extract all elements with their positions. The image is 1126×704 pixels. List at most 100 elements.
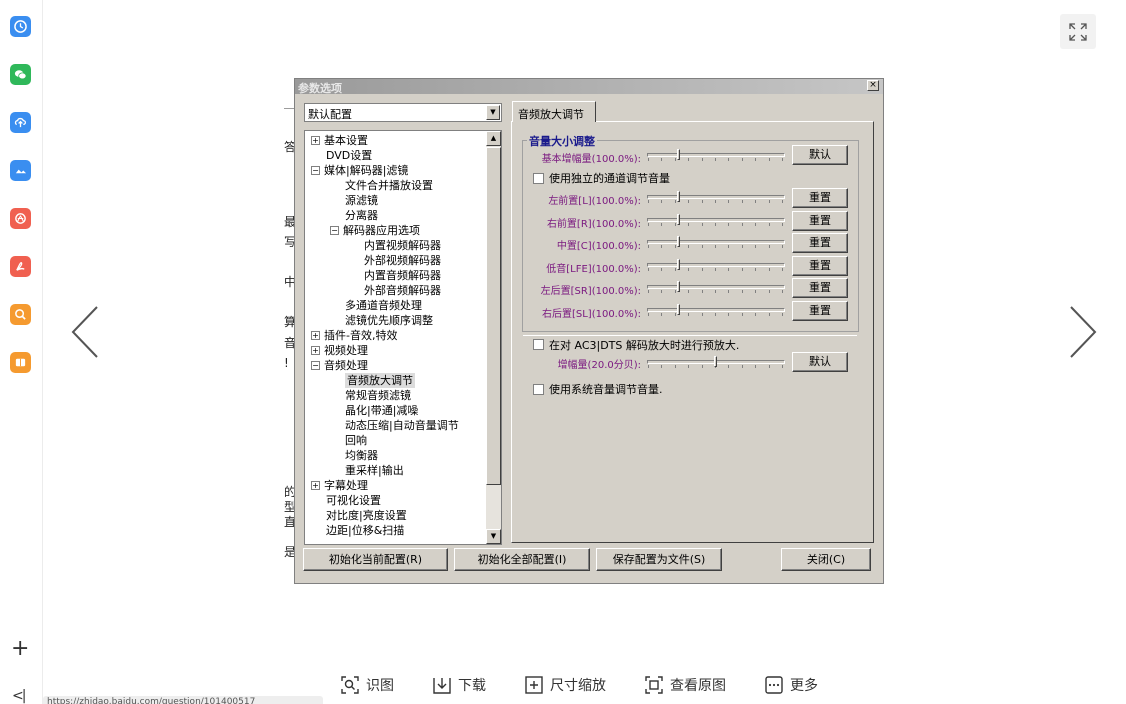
tree-item[interactable]: 多通道音频处理 [345, 298, 422, 313]
tree-item[interactable]: + 字幕处理 [311, 478, 368, 493]
close-icon[interactable]: × [867, 80, 879, 91]
add-app-button[interactable]: + [11, 638, 29, 660]
next-image-arrow-icon[interactable] [1068, 305, 1098, 359]
tree-item[interactable]: 重采样|输出 [345, 463, 404, 478]
tree-item[interactable]: 对比度|亮度设置 [326, 508, 407, 523]
tree-item[interactable]: 边距|位移&扫描 [326, 523, 404, 538]
tab-audio-amplify[interactable]: 音频放大调节 [512, 101, 596, 122]
channel-reset-button[interactable]: 重置 [792, 255, 848, 276]
channel-slider[interactable] [647, 281, 785, 294]
independent-channel-checkbox[interactable] [533, 173, 544, 184]
slider-tick [755, 365, 756, 368]
tree-item[interactable]: 常规音频滤镜 [345, 388, 411, 403]
slider-thumb[interactable] [714, 356, 717, 367]
tree-item[interactable]: + 基本设置 [311, 133, 368, 148]
collapse-icon[interactable]: − [311, 166, 320, 175]
collapse-icon[interactable]: − [311, 361, 320, 370]
expand-icon[interactable]: + [311, 346, 320, 355]
slider-thumb[interactable] [677, 149, 680, 160]
tree-item[interactable]: − 音频处理 [311, 358, 368, 373]
tree-item[interactable]: 分离器 [345, 208, 378, 223]
tree-item[interactable]: 外部音频解码器 [364, 283, 441, 298]
init-current-button[interactable]: 初始化当前配置(R) [303, 548, 448, 571]
slider-tick [728, 365, 729, 368]
slider-thumb[interactable] [677, 213, 680, 225]
dialog-titlebar[interactable]: 参数选项 × [295, 79, 883, 95]
chevron-down-icon[interactable]: ▼ [486, 105, 500, 120]
tree-item[interactable]: 内置音频解码器 [364, 268, 441, 283]
channel-slider[interactable] [647, 236, 785, 249]
expand-icon[interactable]: + [311, 136, 320, 145]
channel-reset-button[interactable]: 重置 [792, 210, 848, 231]
download-button[interactable]: 下载 [432, 675, 486, 695]
channel-slider[interactable] [647, 213, 785, 226]
tree-item[interactable]: 音频放大调节 [345, 373, 415, 388]
collapse-sidebar-button[interactable]: <| [12, 688, 27, 704]
channel-reset-button[interactable]: 重置 [792, 233, 848, 254]
tree-item[interactable]: 回响 [345, 433, 367, 448]
clock-icon[interactable] [10, 16, 31, 37]
profile-select[interactable]: 默认配置 ▼ [304, 103, 502, 122]
slider-thumb[interactable] [677, 191, 680, 202]
collapse-icon[interactable]: − [330, 226, 339, 235]
slider-thumb[interactable] [677, 281, 680, 293]
tree-item-label: 均衡器 [345, 449, 378, 462]
tree-item[interactable]: 动态压缩|自动音量调节 [345, 418, 459, 433]
boost-default-button[interactable]: 默认 [792, 352, 848, 372]
tree-item[interactable]: 源滤镜 [345, 193, 378, 208]
boost-slider[interactable] [647, 356, 785, 368]
scrollbar-thumb[interactable] [486, 147, 501, 485]
resize-button[interactable]: 尺寸缩放 [524, 675, 606, 695]
save-to-file-button[interactable]: 保存配置为文件(S) [596, 548, 722, 571]
scan-image-button[interactable]: 识图 [340, 675, 394, 695]
expand-icon[interactable]: + [311, 481, 320, 490]
search-icon[interactable] [10, 304, 31, 325]
system-volume-checkbox[interactable] [533, 384, 544, 395]
close-button[interactable]: 关闭(C) [781, 548, 871, 571]
tree-scrollbar[interactable]: ▲ ▼ [486, 131, 501, 544]
tree-item[interactable]: 滤镜优先顺序调整 [345, 313, 433, 328]
scroll-up-icon[interactable]: ▲ [486, 131, 501, 146]
init-all-button[interactable]: 初始化全部配置(I) [454, 548, 590, 571]
tree-item[interactable]: 可视化设置 [326, 493, 381, 508]
slider-thumb[interactable] [677, 304, 680, 315]
previous-image-arrow-icon[interactable] [70, 305, 100, 359]
scroll-down-icon[interactable]: ▼ [486, 529, 501, 544]
tree-item[interactable]: + 视频处理 [311, 343, 368, 358]
channel-slider[interactable] [647, 191, 785, 203]
fullscreen-button[interactable] [1060, 14, 1096, 49]
base-gain-default-button[interactable]: 默认 [792, 145, 848, 165]
expand-icon[interactable]: + [311, 331, 320, 340]
cloud-icon[interactable] [10, 160, 31, 181]
book-icon[interactable] [10, 352, 31, 373]
slider-tick [742, 267, 743, 271]
tree-item[interactable]: − 解码器应用选项 [330, 223, 420, 238]
tree-item[interactable]: 晶化|带通|减噪 [345, 403, 418, 418]
view-original-button[interactable]: 查看原图 [644, 675, 726, 695]
slider-thumb[interactable] [677, 258, 680, 270]
base-gain-slider[interactable] [647, 149, 785, 161]
tree-item[interactable]: DVD设置 [326, 148, 372, 163]
tree-item[interactable]: 文件合并播放设置 [345, 178, 433, 193]
slider-thumb[interactable] [677, 236, 680, 248]
camera-icon[interactable] [10, 208, 31, 229]
preamp-checkbox[interactable] [533, 339, 544, 350]
upload-icon[interactable] [10, 112, 31, 133]
channel-reset-button[interactable]: 重置 [792, 278, 848, 299]
slider-tick [648, 200, 649, 203]
channel-reset-button[interactable]: 重置 [792, 188, 848, 208]
zoom-icon [525, 676, 543, 694]
wechat-icon[interactable] [10, 64, 31, 85]
tree-item[interactable]: + 插件-音效,特效 [311, 328, 397, 343]
tree-item[interactable]: 均衡器 [345, 448, 378, 463]
tree-item[interactable]: 内置视频解码器 [364, 238, 441, 253]
pdf-icon[interactable] [10, 256, 31, 277]
channel-reset-button[interactable]: 重置 [792, 301, 848, 321]
channel-slider[interactable] [647, 304, 785, 316]
tree-item[interactable]: 外部视频解码器 [364, 253, 441, 268]
tree-item[interactable]: − 媒体|解码器|滤镜 [311, 163, 408, 178]
channel-slider[interactable] [647, 258, 785, 271]
slider-tick [675, 222, 676, 226]
slider-tick [675, 290, 676, 294]
more-button[interactable]: 更多 [764, 675, 818, 695]
